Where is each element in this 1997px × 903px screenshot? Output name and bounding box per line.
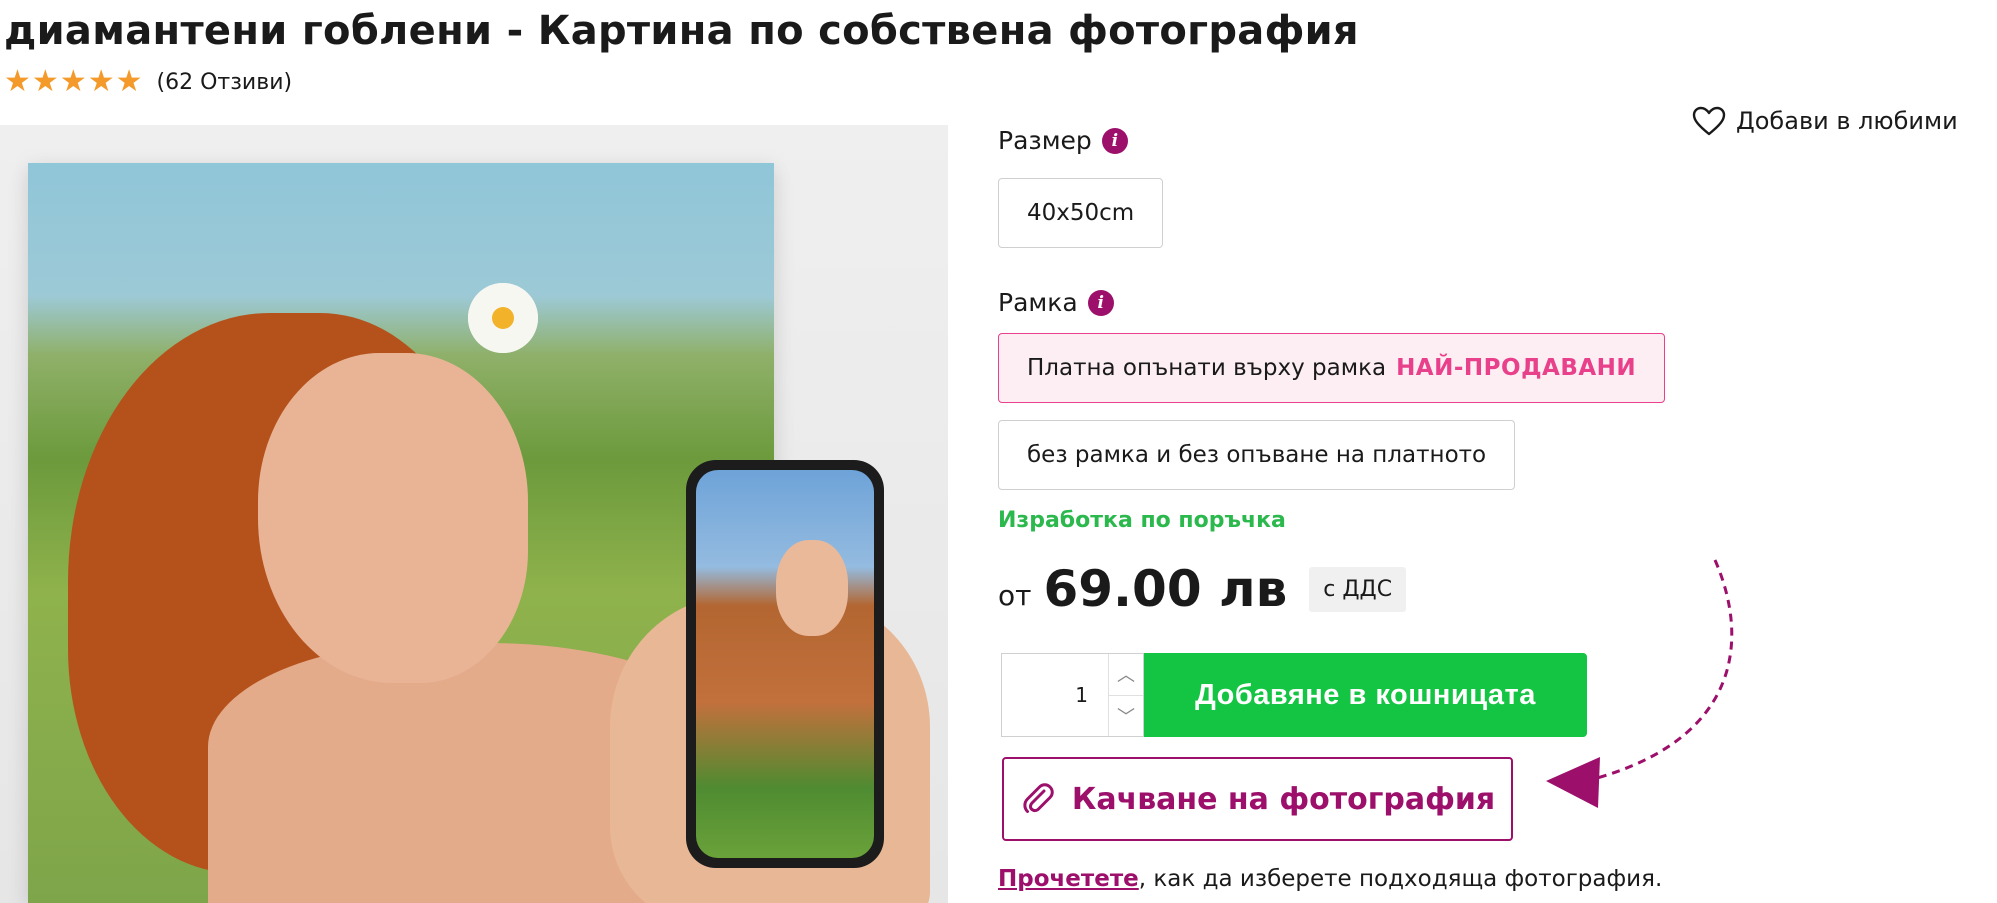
bestseller-badge: НАЙ-ПРОДАВАНИ — [1396, 355, 1637, 381]
artwork-face — [258, 353, 528, 683]
upload-photo-button[interactable]: Качване на фотография — [1002, 757, 1513, 841]
frame-option-no-frame[interactable]: без рамка и без опъване на платното — [998, 420, 1516, 490]
frame-label-text: Рамка — [998, 288, 1078, 317]
rating[interactable]: ★ ★ ★ ★ ★ (62 Отзиви) — [4, 64, 293, 99]
star-icon: ★ — [87, 64, 115, 99]
size-option-40x50[interactable]: 40x50cm — [998, 178, 1164, 248]
reviews-count[interactable]: (62 Отзиви) — [157, 70, 293, 95]
size-option-label: 40x50cm — [1027, 200, 1135, 226]
product-title: диамантени гоблени - Картина по собствен… — [4, 8, 1359, 54]
frame-option-label: Платна опънати върху рамка — [1027, 355, 1387, 381]
info-icon[interactable]: i — [1101, 127, 1128, 154]
read-more-text: , как да изберете подходяща фотография. — [1138, 866, 1663, 892]
product-image[interactable] — [0, 125, 948, 903]
chevron-down-icon[interactable]: ﹀ — [1109, 694, 1143, 737]
artwork-flower — [468, 283, 538, 353]
star-icon: ★ — [59, 64, 87, 99]
favorites-label: Добави в любими — [1736, 107, 1958, 135]
made-to-order-status: Изработка по поръчка — [998, 508, 1286, 533]
star-icon: ★ — [115, 64, 143, 99]
price-row: от 69.00 лв с ДДС — [998, 560, 1407, 618]
upload-photo-label: Качване на фотография — [1071, 781, 1496, 817]
arrow-hint-icon — [1546, 559, 1734, 808]
phone-mockup — [686, 460, 884, 868]
quantity-input[interactable]: 1 — [1002, 654, 1108, 736]
price-prefix: от — [998, 578, 1032, 612]
quantity-stepper-buttons: ︿ ﹀ — [1108, 654, 1143, 736]
star-rating: ★ ★ ★ ★ ★ — [4, 64, 143, 99]
size-label: Размер i — [998, 126, 1128, 155]
frame-label: Рамка i — [998, 288, 1114, 317]
vat-note: с ДДС — [1309, 566, 1407, 612]
frame-option-stretched[interactable]: Платна опънати върху рамка НАЙ-ПРОДАВАНИ — [998, 333, 1666, 403]
phone-photo — [696, 470, 874, 858]
add-to-favorites[interactable]: Добави в любими — [1692, 106, 1958, 136]
heart-icon — [1692, 106, 1726, 136]
frame-option-label: без рамка и без опъване на платното — [1027, 442, 1487, 468]
phone-photo-face — [776, 540, 848, 636]
paperclip-icon — [1023, 783, 1054, 813]
read-more-link[interactable]: Прочетете — [998, 866, 1139, 892]
price-value: 69.00 лв — [1043, 560, 1288, 618]
star-icon: ★ — [4, 64, 31, 99]
size-label-text: Размер — [998, 126, 1092, 155]
star-icon: ★ — [31, 64, 59, 99]
chevron-up-icon[interactable]: ︿ — [1109, 654, 1143, 695]
quantity-stepper[interactable]: 1 ︿ ﹀ — [1001, 653, 1144, 737]
info-icon[interactable]: i — [1087, 289, 1114, 316]
photo-guide-text: Прочетете, как да изберете подходяща фот… — [998, 866, 1662, 892]
